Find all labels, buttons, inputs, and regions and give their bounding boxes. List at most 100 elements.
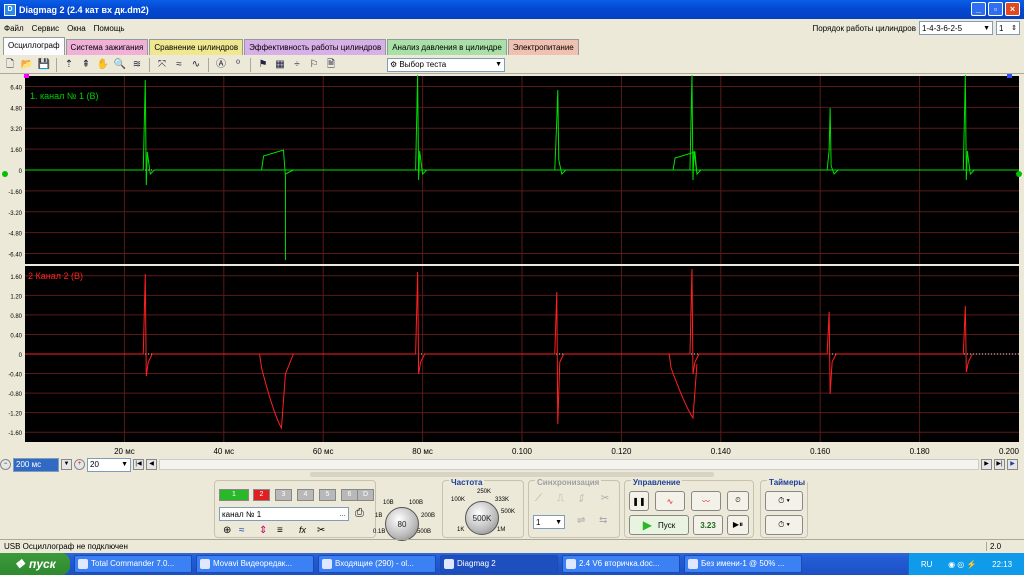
lines-icon[interactable]: ≡	[277, 525, 283, 536]
sync-fall-icon[interactable]: ⎎	[579, 493, 584, 504]
channel-button-2[interactable]: 2	[253, 489, 270, 501]
scale-select[interactable]: 20 ▼	[87, 457, 131, 472]
timer2-button[interactable]: ⏱ ▾	[765, 515, 803, 535]
tab-oscilloscope[interactable]: Осциллограф	[3, 37, 65, 55]
split-icon[interactable]: ⤧	[155, 58, 169, 72]
function-icon[interactable]: fx	[299, 525, 306, 535]
language-indicator[interactable]: RU	[921, 560, 933, 569]
marker-icon[interactable]: ⚐	[307, 58, 321, 72]
channel-button-6[interactable]: 6	[341, 489, 358, 501]
menu-file[interactable]: Файл	[4, 24, 24, 33]
close-button[interactable]: ×	[1005, 2, 1020, 16]
channel-button-5[interactable]: 5	[319, 489, 336, 501]
task-total-commander[interactable]: Total Commander 7.0...	[74, 555, 192, 573]
channel1-zero-marker-right[interactable]	[1016, 171, 1022, 177]
prev-page-icon[interactable]: ◀	[146, 459, 157, 470]
task-photoshop[interactable]: Без имени-1 @ 50% ...	[684, 555, 802, 573]
channel-button-4[interactable]: 4	[297, 489, 314, 501]
first-page-icon[interactable]: |◀	[133, 459, 144, 470]
oscilloscope-area[interactable]: 6.40 4.80 3.20 1.60 0 -1.60 -3.20 -4.80 -6.40 1.6…	[0, 74, 1024, 458]
window-title: Diagmag 2 (2.4 кат вх дк.dm2)	[19, 4, 149, 15]
invert-icon[interactable]: ⇕	[259, 525, 267, 536]
chevron-down-icon[interactable]: ▼	[61, 459, 72, 470]
auto-icon[interactable]: Ⓐ	[214, 58, 228, 72]
channel-button-1[interactable]: 1	[219, 489, 249, 501]
trigger-icon[interactable]: ⚑	[256, 58, 270, 72]
tab-cylinder-compare[interactable]: Сравнение цилиндров	[149, 39, 244, 55]
apply-icon[interactable]: ⎙	[355, 507, 364, 520]
cursor-icon[interactable]: ⇡	[62, 58, 76, 72]
measure-icon[interactable]: ⇞	[79, 58, 93, 72]
table-icon[interactable]: ▦	[273, 58, 287, 72]
taskbar: ❖ пуск Total Commander 7.0... Movavi Виде…	[0, 553, 1024, 575]
pause-icon[interactable]: ❚❚	[629, 491, 649, 511]
timebase-select[interactable]: 200 мс	[13, 457, 59, 472]
filter-icon[interactable]: ≈	[172, 58, 186, 72]
left-cursor-marker[interactable]	[24, 74, 29, 78]
voltage-knob[interactable]: 80	[385, 507, 419, 541]
horizontal-scrollbar[interactable]	[159, 459, 979, 470]
right-cursor-marker[interactable]	[1007, 74, 1012, 78]
start-button[interactable]: ❖ пуск	[0, 553, 70, 575]
cylinder-order-value: 1-4-3-6-2-5	[922, 23, 963, 33]
last-page-icon[interactable]: ▶|	[994, 459, 1005, 470]
run-button[interactable]: ▶ Пуск	[629, 515, 689, 535]
version-button[interactable]: 3.23	[693, 515, 723, 535]
bandwidth-icon[interactable]: ∿	[189, 58, 203, 72]
filter-wave-icon[interactable]: ≈	[239, 525, 245, 536]
zoom-in-icon[interactable]: +	[74, 459, 85, 470]
test-select[interactable]: ⚙ Выбор теста ▼	[387, 57, 505, 72]
task-diagmag[interactable]: Diagmag 2	[440, 555, 558, 573]
chevron-down-icon: ▼	[983, 24, 990, 32]
tab-power-supply[interactable]: Электропитание	[507, 39, 579, 55]
task-inbox[interactable]: Входящие (290) - ol...	[318, 555, 436, 573]
sync-arrows-icon[interactable]: ⇆	[599, 515, 607, 526]
channel-button-d[interactable]: D	[357, 489, 374, 501]
menu-help[interactable]: Помощь	[94, 24, 125, 33]
frequency-knob[interactable]: 500K	[465, 501, 499, 535]
menu-windows[interactable]: Окна	[67, 24, 86, 33]
save-icon[interactable]: 💾	[37, 58, 51, 72]
tab-ignition[interactable]: Система зажигания	[65, 39, 149, 55]
layers-icon[interactable]: ≋	[130, 58, 144, 72]
cylinder-order-select[interactable]: 1-4-3-6-2-5 ▼	[919, 21, 993, 35]
toolbar-separator	[149, 57, 150, 72]
report-icon[interactable]: 🗎	[324, 58, 338, 72]
task-movavi[interactable]: Movavi Видеоредак...	[196, 555, 314, 573]
spin-arrows-icon: ⇕	[1011, 25, 1017, 32]
hand-icon[interactable]: ✋	[96, 58, 110, 72]
sync-rise-icon[interactable]: ⟋	[535, 493, 542, 504]
sync-channel-select[interactable]: 1 ▼	[533, 515, 565, 529]
cylinder-spin[interactable]: 1 ⇕	[996, 21, 1020, 35]
open-folder-icon[interactable]: 📂	[20, 58, 34, 72]
auto-play-icon[interactable]: ▶⏸	[727, 515, 749, 535]
sync-level-icon[interactable]: ⇌	[577, 515, 585, 526]
tab-pressure-analysis[interactable]: Анализ давления в цилиндре	[387, 39, 507, 55]
channel-button-3[interactable]: 3	[275, 489, 292, 501]
zoom-icon[interactable]: 🔍	[113, 58, 127, 72]
auto-clock-icon[interactable]: ⏲	[727, 491, 749, 511]
zoom-out-icon[interactable]: −	[0, 459, 11, 470]
task-word-doc[interactable]: 2.4 V6 вторичка.doc...	[562, 555, 680, 573]
maximize-button[interactable]: ▫	[988, 2, 1003, 16]
tools-icon[interactable]: ✂	[317, 525, 325, 536]
sine-icon[interactable]: ∿	[655, 491, 685, 511]
menu-service[interactable]: Сервис	[32, 24, 59, 33]
channel1-zero-marker[interactable]	[2, 171, 8, 177]
oscilloscope-display[interactable]: 6.40 4.80 3.20 1.60 0 -1.60 -3.20 -4.80 -6.40 1.6…	[0, 74, 1024, 458]
new-file-icon[interactable]: 🗋	[3, 58, 17, 72]
noise-icon[interactable]: 〰	[691, 491, 721, 511]
probe-icon[interactable]: ⊕	[223, 525, 231, 536]
zero-icon[interactable]: ⁰	[231, 58, 245, 72]
timer1-button[interactable]: ⏱ ▾	[765, 491, 803, 511]
x-tick-label: 80 мс	[412, 447, 433, 456]
panel-splitter[interactable]	[310, 472, 714, 477]
sync-tools-icon[interactable]: ✂	[601, 493, 609, 504]
divide-icon[interactable]: ÷	[290, 58, 304, 72]
channel-name-field[interactable]: канал № 1…	[219, 507, 349, 521]
tab-cylinder-efficiency[interactable]: Эффективность работы цилиндров	[244, 39, 387, 55]
play-icon[interactable]: ▶	[1007, 459, 1018, 470]
next-page-icon[interactable]: ▶	[981, 459, 992, 470]
sync-pulse-icon[interactable]: ⎍	[557, 493, 564, 504]
minimize-button[interactable]: _	[971, 2, 986, 16]
